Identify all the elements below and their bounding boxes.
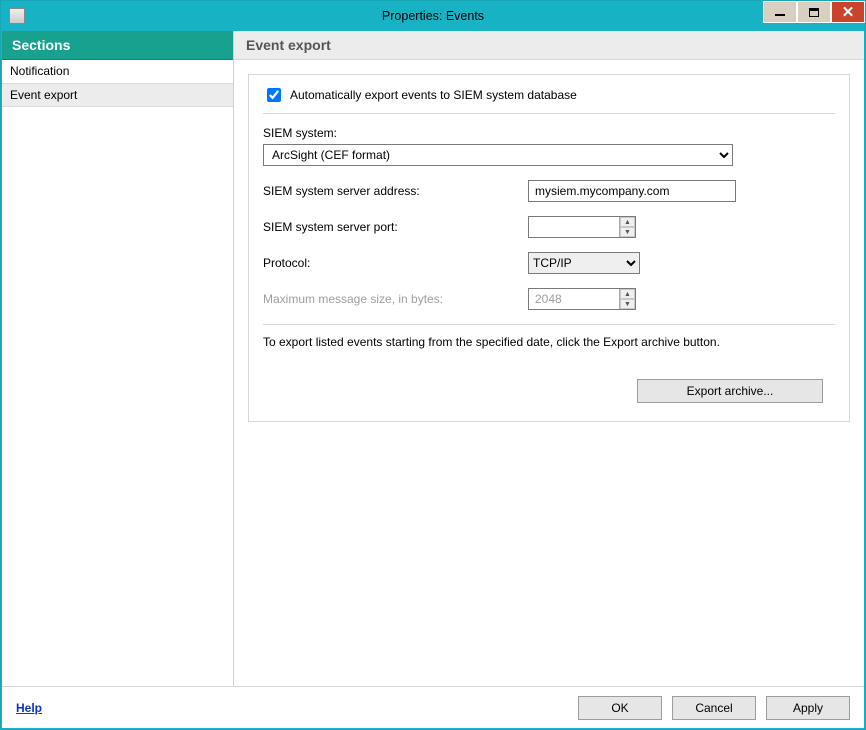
window-buttons — [763, 1, 865, 31]
sidebar-item-label: Notification — [10, 64, 69, 78]
content-body: Automatically export events to SIEM syst… — [234, 60, 864, 686]
auto-export-row: Automatically export events to SIEM syst… — [263, 85, 835, 114]
content-header: Event export — [234, 31, 864, 60]
max-message-row: Maximum message size, in bytes: ▲ ▼ — [263, 288, 835, 310]
properties-events-window: Properties: Events Sections Notification… — [0, 0, 866, 730]
sidebar-items: Notification Event export — [2, 60, 233, 686]
panel-divider — [263, 324, 835, 325]
siem-system-label: SIEM system: — [263, 126, 835, 140]
server-port-spin-buttons: ▲ ▼ — [619, 217, 635, 237]
max-message-spinner: ▲ ▼ — [528, 288, 636, 310]
sidebar-header: Sections — [2, 31, 233, 60]
titlebar: Properties: Events — [1, 1, 865, 31]
server-port-up-icon[interactable]: ▲ — [620, 217, 635, 227]
app-icon — [9, 8, 25, 24]
server-port-spinner: ▲ ▼ — [528, 216, 636, 238]
main-area: Sections Notification Event export Event… — [2, 31, 864, 686]
event-export-panel: Automatically export events to SIEM syst… — [248, 74, 850, 422]
auto-export-label[interactable]: Automatically export events to SIEM syst… — [290, 88, 577, 102]
export-archive-button[interactable]: Export archive... — [637, 379, 823, 403]
server-port-input[interactable] — [529, 217, 619, 237]
apply-button[interactable]: Apply — [766, 696, 850, 720]
help-link[interactable]: Help — [16, 701, 42, 715]
window-title: Properties: Events — [1, 9, 865, 23]
export-hint: To export listed events starting from th… — [263, 335, 835, 349]
auto-export-checkbox[interactable] — [267, 88, 281, 102]
content-area: Event export Automatically export events… — [234, 31, 864, 686]
sidebar-item-label: Event export — [10, 88, 77, 102]
dialog-footer: Help OK Cancel Apply — [2, 686, 864, 728]
sidebar-item-notification[interactable]: Notification — [2, 60, 233, 83]
ok-button[interactable]: OK — [578, 696, 662, 720]
protocol-select[interactable]: TCP/IP — [528, 252, 640, 274]
max-message-input — [529, 289, 619, 309]
footer-buttons: OK Cancel Apply — [578, 696, 850, 720]
client-area: Sections Notification Event export Event… — [1, 31, 865, 729]
close-button[interactable] — [831, 1, 865, 23]
maximize-button[interactable] — [797, 1, 831, 23]
cancel-button[interactable]: Cancel — [672, 696, 756, 720]
server-port-label: SIEM system server port: — [263, 220, 528, 234]
sidebar: Sections Notification Event export — [2, 31, 234, 686]
siem-system-block: SIEM system: ArcSight (CEF format) — [263, 126, 835, 166]
server-address-row: SIEM system server address: — [263, 180, 835, 202]
protocol-label: Protocol: — [263, 256, 528, 270]
server-address-input[interactable] — [528, 180, 736, 202]
max-message-up-icon: ▲ — [620, 289, 635, 299]
max-message-label: Maximum message size, in bytes: — [263, 292, 528, 306]
siem-system-select[interactable]: ArcSight (CEF format) — [263, 144, 733, 166]
protocol-row: Protocol: TCP/IP — [263, 252, 835, 274]
server-address-label: SIEM system server address: — [263, 184, 528, 198]
sidebar-item-event-export[interactable]: Event export — [2, 83, 233, 107]
max-message-down-icon: ▼ — [620, 299, 635, 309]
server-port-row: SIEM system server port: ▲ ▼ — [263, 216, 835, 238]
minimize-button[interactable] — [763, 1, 797, 23]
server-port-down-icon[interactable]: ▼ — [620, 227, 635, 237]
max-message-spin-buttons: ▲ ▼ — [619, 289, 635, 309]
export-archive-row: Export archive... — [263, 379, 835, 403]
